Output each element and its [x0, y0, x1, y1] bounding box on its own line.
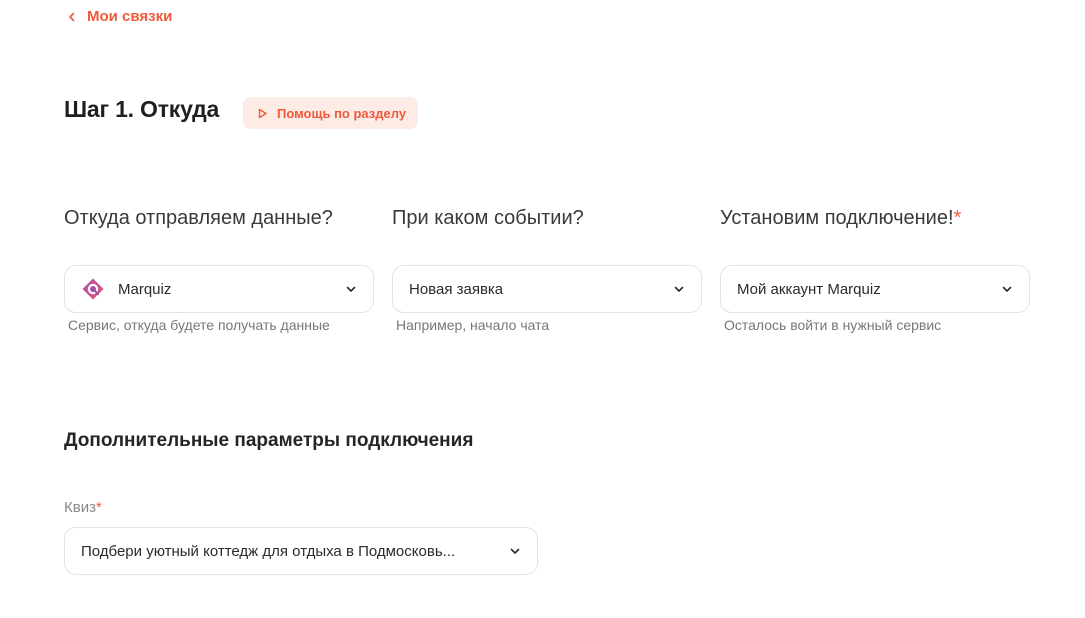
event-question-text: При каком событии?	[392, 207, 584, 229]
help-button[interactable]: Помощь по разделу	[243, 97, 419, 129]
source-question-text: Откуда отправляем данные?	[64, 207, 333, 229]
connection-question-text: Установим подключение!	[720, 207, 954, 229]
section-title: Дополнительные параметры подключения	[64, 430, 474, 451]
marquiz-logo-icon	[82, 278, 104, 300]
account-value: Мой аккаунт Marquiz	[737, 280, 881, 298]
chevron-left-icon	[69, 12, 75, 21]
back-link[interactable]: Мои связки	[67, 8, 172, 25]
play-icon	[258, 108, 267, 118]
connection-question: Установим подключение!*	[720, 207, 1030, 233]
source-service-select[interactable]: Marquiz	[64, 265, 374, 313]
quiz-field-label: Квиз*	[64, 499, 102, 516]
trigger-event-group: При каком событии? Новая заявка Например…	[392, 207, 702, 333]
source-service-value: Marquiz	[118, 280, 172, 298]
trigger-event-hint: Например, начало чата	[396, 317, 550, 333]
quiz-select[interactable]: Подбери уютный коттедж для отдыха в Подм…	[64, 527, 538, 575]
page: Мои связки Шаг 1. Откуда Помощь по разде…	[0, 0, 1085, 618]
source-question: Откуда отправляем данные?	[64, 207, 374, 233]
account-select[interactable]: Мой аккаунт Marquiz	[720, 265, 1030, 313]
page-title: Шаг 1. Откуда	[64, 96, 220, 122]
required-mark: *	[953, 207, 962, 229]
chevron-down-icon	[674, 286, 684, 292]
chevron-down-icon	[1002, 286, 1012, 292]
back-link-label: Мои связки	[87, 8, 173, 25]
help-button-label: Помощь по разделу	[277, 105, 407, 121]
account-hint: Осталось войти в нужный сервис	[724, 317, 942, 333]
trigger-event-value: Новая заявка	[409, 280, 504, 298]
source-service-hint: Сервис, откуда будете получать данные	[68, 317, 330, 333]
quiz-value: Подбери уютный коттедж для отдыха в Подм…	[81, 542, 456, 560]
event-question: При каком событии?	[392, 207, 702, 233]
chevron-down-icon	[346, 286, 356, 292]
chevron-down-icon	[510, 548, 520, 554]
source-service-group: Откуда отправляем данные? Marquiz Сервис…	[64, 207, 374, 333]
connection-group: Установим подключение!* Мой аккаунт Marq…	[720, 207, 1030, 333]
quiz-label-text: Квиз	[64, 499, 96, 516]
required-mark: *	[95, 499, 102, 516]
trigger-event-select[interactable]: Новая заявка	[392, 265, 702, 313]
